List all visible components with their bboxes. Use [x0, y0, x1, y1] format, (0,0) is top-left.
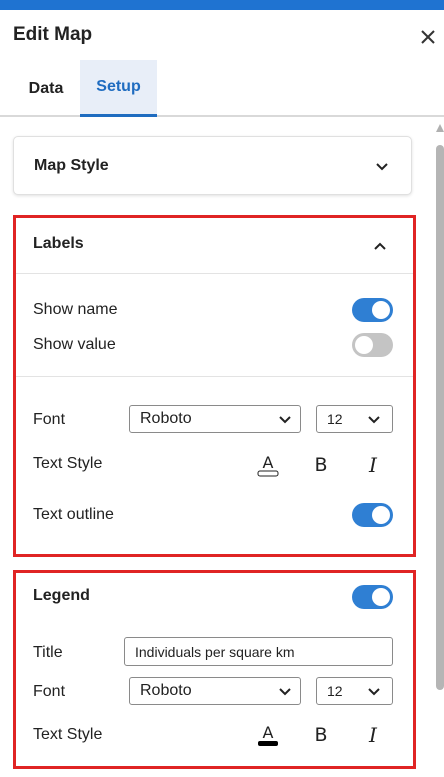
font-size-value: 12 — [327, 411, 343, 427]
legend-title-field-label: Title — [33, 644, 63, 661]
bold-icon[interactable]: B — [309, 722, 333, 748]
text-outline-label: Text outline — [33, 506, 114, 523]
bold-icon[interactable]: B — [309, 452, 333, 478]
legend-font-select-value: Roboto — [140, 682, 192, 699]
legend-title: Legend — [33, 587, 90, 604]
divider — [16, 376, 413, 377]
panel-header: Edit Map — [0, 10, 444, 60]
legend-text-style-label: Text Style — [33, 726, 103, 743]
panel-title: Edit Map — [13, 24, 93, 45]
chevron-down-icon — [279, 416, 291, 424]
legend-font-size-value: 12 — [327, 683, 343, 699]
show-name-label: Show name — [33, 301, 118, 318]
chevron-down-icon — [279, 688, 291, 696]
text-color-swatch — [258, 741, 278, 746]
top-accent-bar — [0, 0, 444, 10]
text-color-swatch — [257, 470, 279, 477]
show-name-toggle[interactable] — [352, 298, 393, 322]
tab-data[interactable]: Data — [13, 60, 79, 117]
text-color-icon[interactable]: A — [256, 722, 280, 748]
divider — [16, 273, 413, 274]
close-icon[interactable] — [417, 26, 439, 48]
italic-icon[interactable]: I — [361, 452, 385, 478]
italic-icon[interactable]: I — [361, 722, 385, 748]
scroll-up-arrow-icon[interactable] — [436, 124, 444, 132]
legend-font-label: Font — [33, 683, 66, 700]
tab-setup[interactable]: Setup — [80, 60, 157, 117]
chevron-down-icon — [368, 416, 380, 424]
text-outline-toggle[interactable] — [352, 503, 393, 527]
legend-title-input[interactable]: Individuals per square km — [124, 637, 393, 666]
text-color-glyph: A — [263, 723, 274, 742]
font-select[interactable]: Roboto — [129, 405, 301, 433]
tab-bar: Data Setup — [0, 60, 444, 117]
toggle-knob — [372, 301, 390, 319]
chevron-down-icon[interactable] — [374, 159, 390, 175]
font-size-select[interactable]: 12 — [316, 405, 393, 433]
legend-section: Legend Title Individuals per square km F… — [13, 570, 416, 769]
labels-title: Labels — [33, 235, 84, 252]
toggle-knob — [355, 336, 373, 354]
toggle-knob — [372, 506, 390, 524]
scrollbar-thumb[interactable] — [436, 145, 444, 690]
map-style-section[interactable]: Map Style — [13, 136, 412, 195]
map-style-title: Map Style — [34, 157, 109, 174]
font-select-value: Roboto — [140, 410, 192, 427]
text-color-icon[interactable]: A — [256, 452, 280, 478]
toggle-knob — [372, 588, 390, 606]
chevron-down-icon — [368, 688, 380, 696]
legend-toggle[interactable] — [352, 585, 393, 609]
show-value-toggle[interactable] — [352, 333, 393, 357]
legend-font-size-select[interactable]: 12 — [316, 677, 393, 705]
legend-font-select[interactable]: Roboto — [129, 677, 301, 705]
show-value-label: Show value — [33, 336, 116, 353]
chevron-up-icon[interactable] — [372, 238, 388, 254]
labels-section: Labels Show name Show value Font Roboto … — [13, 215, 416, 557]
text-color-glyph: A — [263, 453, 274, 472]
font-label: Font — [33, 411, 66, 428]
text-style-label: Text Style — [33, 455, 103, 472]
